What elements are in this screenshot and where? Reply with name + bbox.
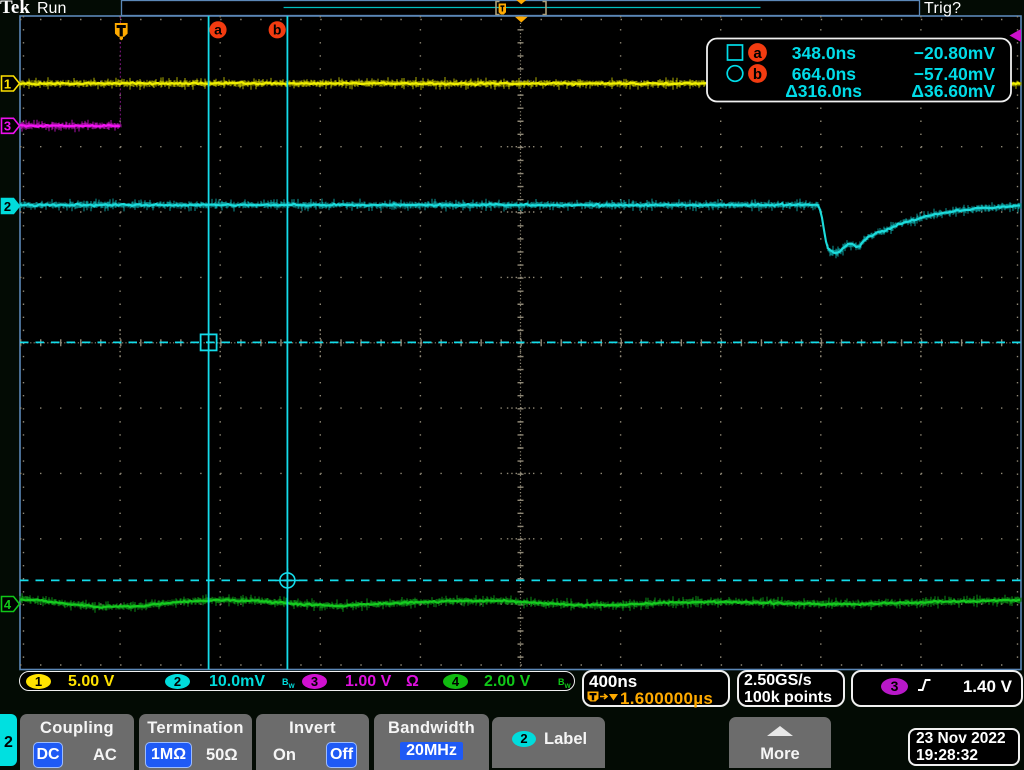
svg-text:3: 3 [4,119,11,134]
svg-text:Δ316.0ns: Δ316.0ns [785,81,862,101]
svg-text:Δ36.60mV: Δ36.60mV [911,81,995,101]
svg-text:a: a [753,45,762,62]
svg-text:1: 1 [4,76,11,91]
svg-text:a: a [214,22,222,38]
svg-text:4: 4 [4,597,12,612]
svg-text:b: b [753,66,762,83]
svg-text:−20.80mV: −20.80mV [914,43,996,63]
svg-text:2: 2 [4,199,11,214]
svg-text:b: b [273,22,282,38]
svg-text:348.0ns: 348.0ns [792,43,856,63]
